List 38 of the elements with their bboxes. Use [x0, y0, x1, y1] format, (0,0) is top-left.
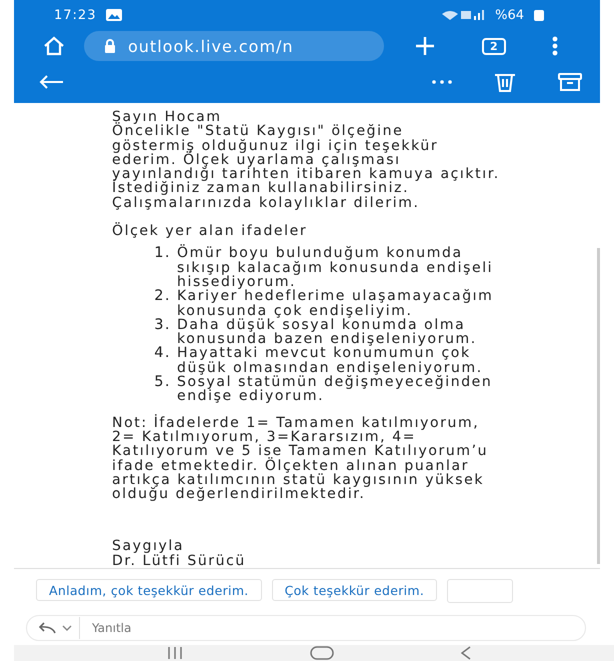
lock-icon	[104, 39, 116, 53]
back-arrow-icon[interactable]	[38, 74, 64, 90]
back-icon[interactable]	[460, 646, 471, 660]
battery-level: %64	[495, 8, 524, 22]
reply-bar[interactable]: Yanıtla	[26, 615, 586, 642]
signature-text: Dr. Lütfi Sürücü	[112, 554, 247, 568]
note-paragraph: Not: İfadelerde 1= Tamamen katılmıyorum, 2= Katılmıyorum, 3=Kararsızım, 4= Katılıyorum ve 5 ise Tamamen Katılıyorum’u ifade etmektedir. Ölçekten alınan puanlar artıkça katılımcının statü kaygısının yüksek olduğu değerlendirilmektedir.	[112, 416, 490, 502]
list-heading: Ölçek yer alan ifadeler	[112, 224, 308, 238]
quick-reply-chip[interactable]: Anladım, çok teşekkür ederim.	[36, 579, 262, 602]
recent-apps-icon[interactable]	[167, 647, 184, 659]
archive-icon[interactable]	[558, 73, 582, 91]
list-number: 5.	[153, 375, 171, 392]
list-number: 3.	[153, 318, 171, 335]
scrollbar[interactable]	[597, 248, 600, 564]
address-bar[interactable]: outlook.live.com/n	[84, 31, 384, 61]
list-item-text: Kariyer hedeflerime ulaşamayacağım konusunda çok endişeliyim.	[177, 289, 494, 318]
tab-count-button[interactable]: 2	[482, 38, 506, 54]
list-number: 2.	[153, 289, 171, 306]
message-paragraph: Öncelikle "Statü Kaygısı" ölçeğine göstermiş olduğunuz ilgi için teşekkür ederim. Ölçek uyarlama çalışması yayınlandığı tarihten itibaren kamuya açıktır. İstediğiniz zaman kullanabilirsiniz. Çalışmalarınızda kolaylıklar dilerim.	[112, 124, 500, 210]
closing-text: Saygıyla	[112, 539, 186, 554]
list-item-text: Sosyal statümün değişmeyeceğinden endişe ediyorum.	[177, 375, 492, 404]
greeting-text: Sayın Hocam	[112, 110, 222, 124]
quick-reply-chip[interactable]: Çok teşekkür ederim.	[272, 579, 438, 602]
list-item-text: Ömür boyu bulunduğum konumda sıkışıp kalacağım konusunda endişeli hissediyorum.	[177, 246, 494, 290]
plus-icon[interactable]	[414, 35, 436, 57]
list-number: 4.	[153, 346, 171, 364]
list-item-text: Hayattaki mevcut konumumun çok düşük olmasından endişeleniyorum.	[177, 346, 483, 376]
more-icon[interactable]	[552, 36, 558, 56]
trash-icon[interactable]	[494, 72, 516, 92]
list-item-text: Daha düşük sosyal konumda olma konusunda bazen endişeleniyorum.	[177, 318, 477, 346]
image-icon	[106, 9, 122, 21]
home-button-icon[interactable]	[310, 646, 334, 660]
reply-arrow-icon[interactable]	[37, 621, 73, 636]
status-time: 17:23	[54, 8, 96, 22]
reply-field[interactable]: Yanıtla	[90, 620, 585, 636]
more-icon[interactable]	[432, 80, 452, 84]
list-number: 1.	[153, 246, 171, 264]
home-icon[interactable]	[42, 35, 66, 57]
